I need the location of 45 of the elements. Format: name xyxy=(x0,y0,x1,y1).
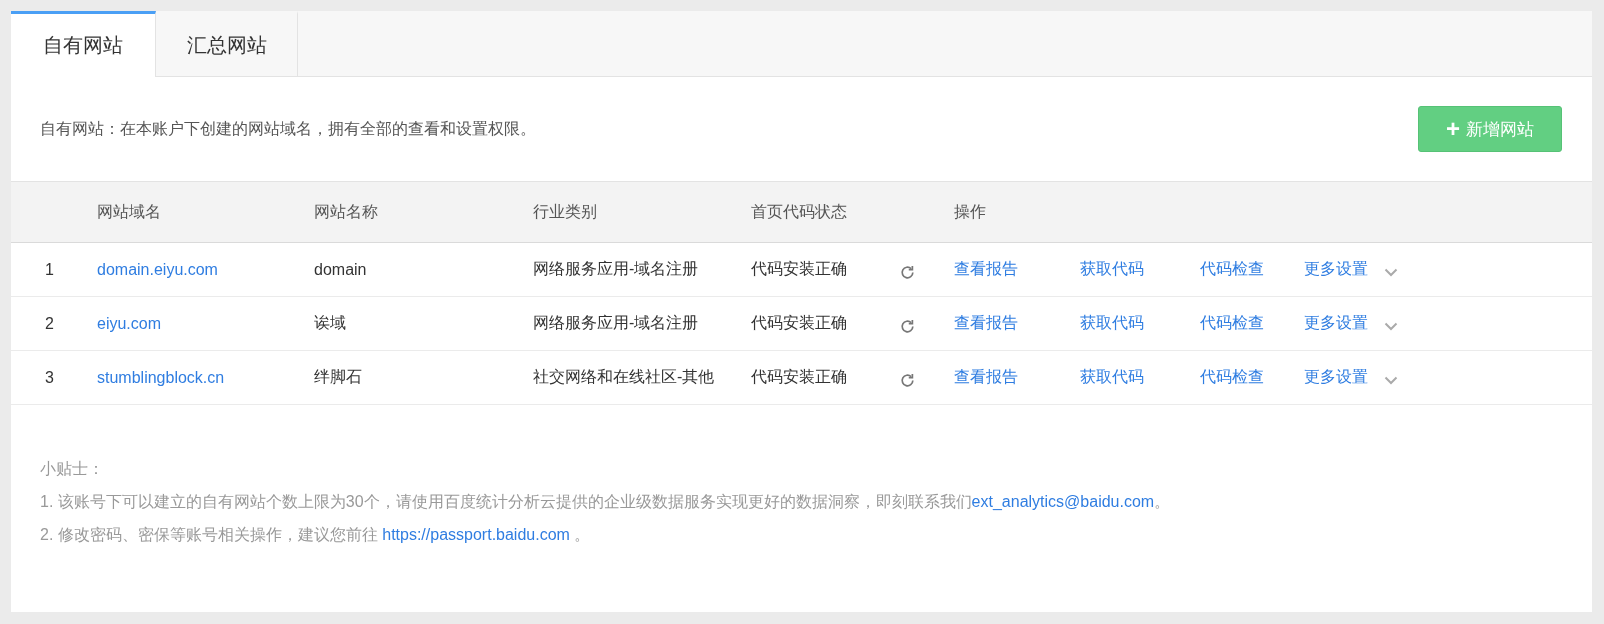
tip-text: 2. 修改密码、密保等账号相关操作，建议您前往 https://passport.baidu.com 。 xyxy=(40,525,592,545)
chevron-down-icon[interactable] xyxy=(1384,376,1398,385)
action-link[interactable]: 获取代码 xyxy=(1080,259,1144,280)
more-settings-link[interactable]: 更多设置 xyxy=(1304,313,1368,334)
row-index: 2 xyxy=(44,314,55,333)
site-name: 绊脚石 xyxy=(314,367,363,387)
domain-link[interactable]: domain.eiyu.com xyxy=(97,260,314,279)
more-settings-link[interactable]: 更多设置 xyxy=(1304,367,1368,388)
column-header: 首页代码状态 xyxy=(751,201,848,222)
description-text: 自有网站：在本账户下创建的网站域名，拥有全部的查看和设置权限。 xyxy=(40,118,536,139)
tab[interactable]: 自有网站 xyxy=(11,11,156,77)
row-index: 3 xyxy=(44,368,55,387)
row-index: 1 xyxy=(44,260,55,279)
action-link[interactable]: 获取代码 xyxy=(1080,313,1144,334)
code-status: 代码安装正确 xyxy=(751,367,848,387)
action-link[interactable]: 查看报告 xyxy=(954,313,1018,334)
action-link[interactable]: 查看报告 xyxy=(954,367,1018,388)
domain-link[interactable]: eiyu.com xyxy=(97,314,314,333)
column-header: 网站域名 xyxy=(97,201,162,222)
code-status: 代码安装正确 xyxy=(751,313,848,333)
code-status: 代码安装正确 xyxy=(751,259,848,279)
action-link[interactable]: 查看报告 xyxy=(954,259,1018,280)
action-link[interactable]: 代码检查 xyxy=(1200,313,1264,334)
action-link[interactable]: 代码检查 xyxy=(1200,259,1264,280)
action-link[interactable]: 代码检查 xyxy=(1200,367,1264,388)
industry-category: 社交网络和在线社区-其他 xyxy=(533,367,716,387)
action-link[interactable]: 获取代码 xyxy=(1080,367,1144,388)
column-header: 网站名称 xyxy=(314,201,379,222)
tip-text: 1. 该账号下可以建立的自有网站个数上限为30个，请使用百度统计分析云提供的企业级数据服务实现更好的数据洞察，即刻联系我们ext_analytics@baidu.com。 xyxy=(40,492,1172,512)
refresh-icon[interactable] xyxy=(899,263,916,281)
tips-title: 小贴士： xyxy=(40,459,105,479)
column-header: 行业类别 xyxy=(533,201,598,222)
chevron-down-icon[interactable] xyxy=(1384,322,1398,331)
chevron-down-icon[interactable] xyxy=(1384,268,1398,277)
more-settings-link[interactable]: 更多设置 xyxy=(1304,259,1368,280)
tip-link[interactable]: https://passport.baidu.com xyxy=(382,526,570,543)
site-name: domain xyxy=(314,260,368,279)
domain-link[interactable]: stumblingblock.cn xyxy=(97,368,314,387)
site-name: 诶域 xyxy=(314,313,347,333)
refresh-icon[interactable] xyxy=(899,371,916,389)
column-header: 操作 xyxy=(954,201,987,222)
refresh-icon[interactable] xyxy=(899,317,916,335)
industry-category: 网络服务应用-域名注册 xyxy=(533,259,700,279)
tip-link[interactable]: ext_analytics@baidu.com xyxy=(971,493,1155,510)
industry-category: 网络服务应用-域名注册 xyxy=(533,313,700,333)
